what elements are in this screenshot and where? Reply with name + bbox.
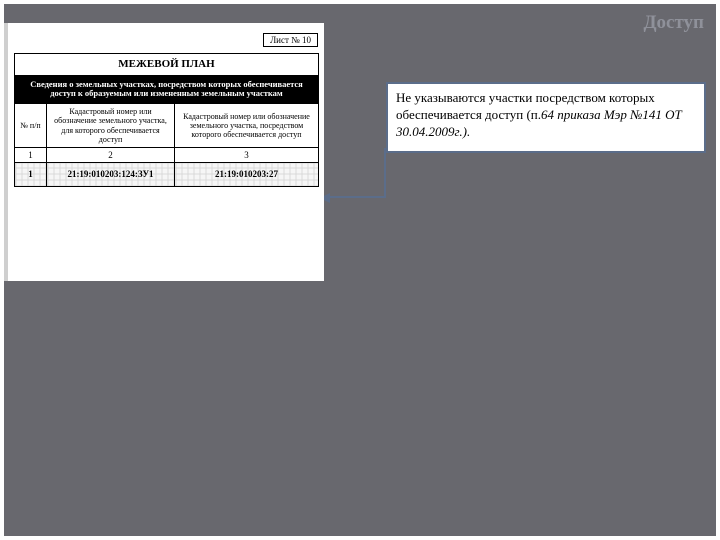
table-subtitle: Сведения о земельных участках, посредств… bbox=[15, 75, 319, 104]
col-header-3: Кадастровый номер или обозначение земель… bbox=[175, 104, 319, 148]
document-snippet: Лист № 10 МЕЖЕВОЙ ПЛАН Сведения о земель… bbox=[8, 23, 324, 281]
data-cell-1: 1 bbox=[15, 163, 47, 186]
slide-body: Доступ Не указываются участки посредство… bbox=[4, 4, 716, 536]
data-cell-3: 21:19:010203:27 bbox=[175, 163, 319, 186]
connector-line bbox=[326, 148, 386, 198]
table-row: Сведения о земельных участках, посредств… bbox=[15, 75, 319, 104]
col-header-2: Кадастровый номер или обозначение земель… bbox=[47, 104, 175, 148]
table-row: 1 21:19:010203:124:ЗУ1 21:19:010203:27 bbox=[15, 163, 319, 186]
table-title: МЕЖЕВОЙ ПЛАН bbox=[15, 54, 319, 76]
table-row: 1 2 3 bbox=[15, 147, 319, 162]
survey-plan-table: МЕЖЕВОЙ ПЛАН Сведения о земельных участк… bbox=[14, 53, 319, 187]
sheet-number-label: Лист № 10 bbox=[263, 33, 318, 47]
annotation-callout: Не указываются участки посредством котор… bbox=[386, 82, 706, 153]
slide-title: Доступ bbox=[643, 12, 704, 34]
table-row: МЕЖЕВОЙ ПЛАН bbox=[15, 54, 319, 76]
data-cell-2: 21:19:010203:124:ЗУ1 bbox=[47, 163, 175, 186]
col-header-1: № п/п bbox=[15, 104, 47, 148]
col-num-2: 2 bbox=[47, 147, 175, 162]
col-num-1: 1 bbox=[15, 147, 47, 162]
table-row: № п/п Кадастровый номер или обозначение … bbox=[15, 104, 319, 148]
col-num-3: 3 bbox=[175, 147, 319, 162]
